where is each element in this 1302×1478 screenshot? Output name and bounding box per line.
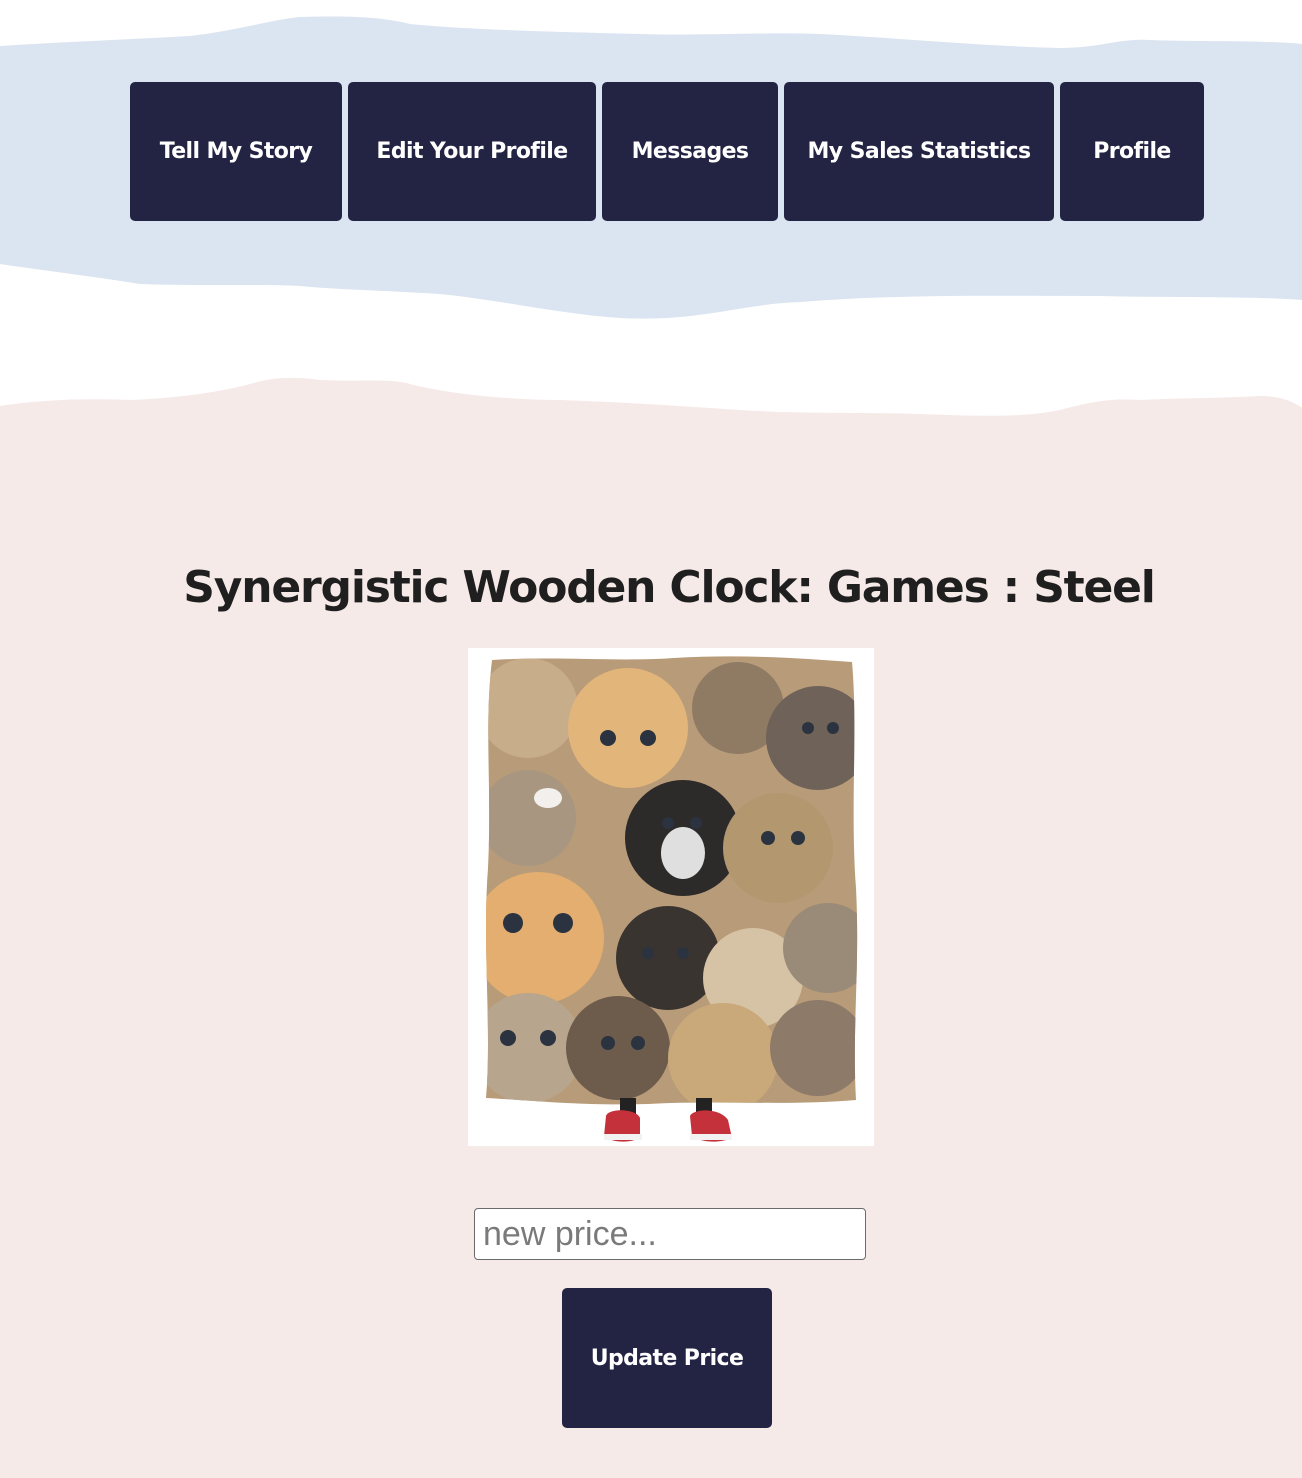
product-image <box>468 648 874 1146</box>
top-navigation: Tell My Story Edit Your Profile Messages… <box>130 82 1204 221</box>
messages-button[interactable]: Messages <box>602 82 778 221</box>
edit-your-profile-button[interactable]: Edit Your Profile <box>348 82 596 221</box>
cat-collage-blanket-image <box>468 648 874 1146</box>
new-price-input[interactable] <box>474 1208 866 1260</box>
profile-button[interactable]: Profile <box>1060 82 1204 221</box>
tell-my-story-button[interactable]: Tell My Story <box>130 82 342 221</box>
my-sales-statistics-button[interactable]: My Sales Statistics <box>784 82 1054 221</box>
update-price-button[interactable]: Update Price <box>562 1288 772 1428</box>
product-title: Synergistic Wooden Clock: Games : Steel <box>183 562 1156 613</box>
